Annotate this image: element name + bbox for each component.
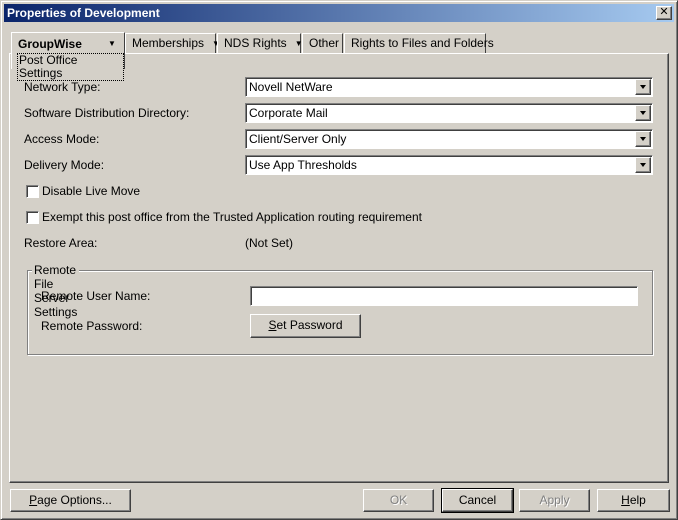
network-type-label: Network Type: <box>24 80 101 94</box>
remote-user-name-input[interactable] <box>250 286 638 306</box>
cancel-button[interactable]: Cancel <box>441 488 514 513</box>
network-type-value: Novell NetWare <box>249 80 333 94</box>
dropdown-arrow-icon[interactable] <box>635 157 651 173</box>
tab-nds-rights[interactable]: NDS Rights ▼ <box>217 33 303 53</box>
tab-nds-rights-label: NDS Rights <box>224 36 287 50</box>
window-title: Properties of Development <box>7 6 160 20</box>
chevron-down-icon[interactable]: ▼ <box>108 39 116 48</box>
network-type-select[interactable]: Novell NetWare <box>245 77 653 97</box>
restore-area-label: Restore Area: <box>24 236 98 250</box>
restore-area-value: (Not Set) <box>245 236 294 250</box>
delivery-mode-value: Use App Thresholds <box>249 158 357 172</box>
tab-memberships[interactable]: Memberships ▼ <box>125 33 220 53</box>
tab-other-label: Other <box>309 36 340 50</box>
set-password-button[interactable]: Set Password <box>250 314 361 338</box>
page-options-button[interactable]: Page Options... <box>10 489 131 512</box>
software-distribution-value: Corporate Mail <box>249 106 328 120</box>
tab-groupwise-label: GroupWise <box>18 37 82 51</box>
properties-dialog: Properties of Development ✕ GroupWise ▼ … <box>0 0 678 520</box>
delivery-mode-label: Delivery Mode: <box>24 158 105 172</box>
tab-other[interactable]: Other <box>302 33 343 53</box>
title-bar[interactable]: Properties of Development ✕ <box>4 4 674 22</box>
access-mode-select[interactable]: Client/Server Only <box>245 129 653 149</box>
remote-file-server-group <box>27 270 653 355</box>
apply-button[interactable]: Apply <box>519 489 590 512</box>
close-button[interactable]: ✕ <box>656 6 672 20</box>
access-mode-value: Client/Server Only <box>249 132 347 146</box>
remote-password-label: Remote Password: <box>41 319 143 333</box>
ok-button[interactable]: OK <box>363 489 434 512</box>
disable-live-move-checkbox[interactable] <box>26 185 39 198</box>
dropdown-arrow-icon[interactable] <box>635 105 651 121</box>
access-mode-label: Access Mode: <box>24 132 100 146</box>
subtab-post-office-settings[interactable]: Post Office Settings <box>17 53 124 81</box>
tab-groupwise[interactable]: GroupWise ▼ Post Office Settings <box>11 32 125 81</box>
disable-live-move-label[interactable]: Disable Live Move <box>42 184 140 199</box>
dropdown-arrow-icon[interactable] <box>635 79 651 95</box>
software-distribution-label: Software Distribution Directory: <box>24 106 190 120</box>
tab-rights-to-files[interactable]: Rights to Files and Folders <box>344 33 494 53</box>
close-icon: ✕ <box>659 6 669 18</box>
remote-user-name-label: Remote User Name: <box>41 289 151 303</box>
tab-memberships-label: Memberships <box>132 36 205 50</box>
software-distribution-select[interactable]: Corporate Mail <box>245 103 653 123</box>
help-button[interactable]: Help <box>597 489 670 512</box>
exempt-trusted-app-checkbox[interactable] <box>26 211 39 224</box>
delivery-mode-select[interactable]: Use App Thresholds <box>245 155 653 175</box>
tab-rights-to-files-label: Rights to Files and Folders <box>351 36 494 50</box>
dropdown-arrow-icon[interactable] <box>635 131 651 147</box>
exempt-trusted-app-label[interactable]: Exempt this post office from the Trusted… <box>42 210 422 225</box>
